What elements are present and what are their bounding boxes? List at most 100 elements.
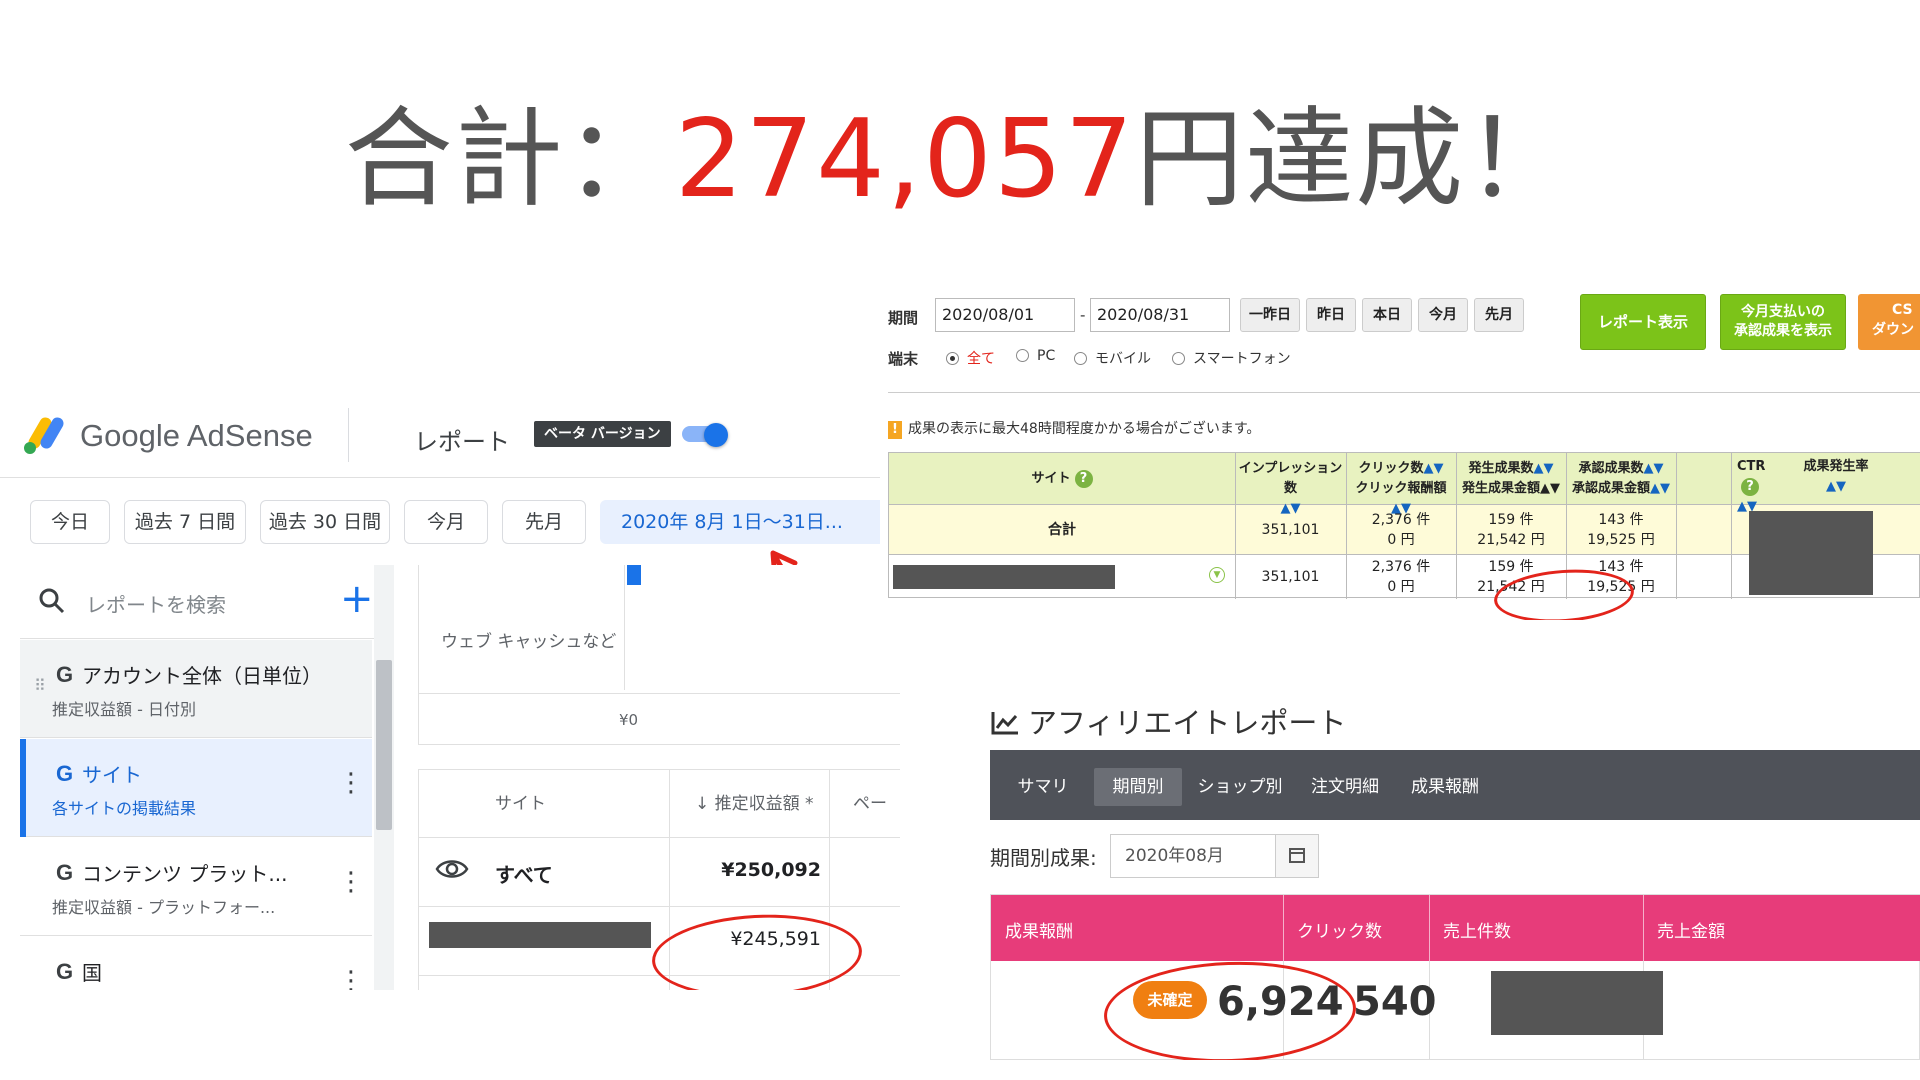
radio-device-pc[interactable]: PC bbox=[1016, 348, 1055, 364]
tab-by-period[interactable]: 期間別 bbox=[1094, 768, 1182, 806]
eye-icon[interactable] bbox=[435, 857, 469, 881]
sidebar-item-label: コンテンツ プラット... bbox=[82, 862, 288, 886]
paid-approved-button[interactable]: 今月支払いの 承認成果を表示 bbox=[1720, 294, 1846, 350]
report-sidebar: レポートを検索 + ⠿ G アカウント全体（日単位） 推定収益額 - 日付別 G… bbox=[20, 565, 394, 990]
month-input[interactable]: 2020年08月 bbox=[1110, 834, 1275, 878]
sidebar-item-sites[interactable]: G サイト 各サイトの掲載結果 ⋮ bbox=[20, 739, 372, 837]
date-from-input[interactable]: 2020/08/01 bbox=[935, 298, 1075, 332]
header-text: 発生成果金額 bbox=[1461, 481, 1540, 496]
csv-download-button[interactable]: CS ダウン bbox=[1858, 294, 1920, 350]
radio-label: モバイル bbox=[1095, 351, 1151, 367]
header-text: 発生成果数 bbox=[1468, 461, 1534, 476]
tab-order-details[interactable]: 注文明細 bbox=[1300, 768, 1390, 806]
help-icon[interactable]: ? bbox=[1741, 478, 1759, 496]
radio-device-mobile[interactable]: モバイル bbox=[1074, 348, 1151, 368]
table-row-all[interactable]: すべて ¥250,092 bbox=[419, 839, 900, 907]
redacted-block bbox=[1491, 971, 1663, 1035]
total-occurred: 159 件 21,542 円 bbox=[1456, 510, 1566, 550]
btn-yesterday[interactable]: 昨日 bbox=[1306, 298, 1356, 332]
adsense-brand: Google AdSense bbox=[80, 418, 313, 453]
sort-arrows-icon[interactable]: ▲▼ bbox=[1424, 461, 1444, 476]
header-text: クリック報酬額 bbox=[1355, 481, 1447, 496]
dropdown-icon[interactable]: ▼ bbox=[1209, 567, 1225, 583]
more-vert-icon[interactable]: ⋮ bbox=[338, 770, 364, 796]
calendar-button[interactable] bbox=[1275, 834, 1319, 878]
sidebar-scrollbar[interactable] bbox=[374, 565, 394, 990]
asp-report-panel: 期間 2020/08/01 - 2020/08/31 一昨日 昨日 本日 今月 … bbox=[880, 290, 1920, 620]
col-header-occurred[interactable]: 発生成果数▲▼ 発生成果金額▲▼ bbox=[1456, 459, 1566, 499]
asp-results-table: サイト? インプレッション数 ▲▼ クリック数▲▼ クリック報酬額▲▼ 発生成果数▲… bbox=[888, 452, 1920, 599]
col-header-site[interactable]: サイト bbox=[419, 770, 669, 838]
col-header-clicks: クリック数 bbox=[1297, 922, 1382, 942]
sort-arrows-icon[interactable]: ▲▼ bbox=[1281, 501, 1301, 516]
date-to-input[interactable]: 2020/08/31 bbox=[1090, 298, 1230, 332]
sidebar-item-content-platform[interactable]: G コンテンツ プラット... 推定収益額 - プラットフォー... ⋮ bbox=[20, 838, 372, 936]
radio-device-smartphone[interactable]: スマートフォン bbox=[1172, 348, 1291, 368]
value: 21,542 円 bbox=[1477, 532, 1545, 548]
chip-today[interactable]: 今日 bbox=[30, 500, 110, 544]
radio-device-all[interactable]: 全て bbox=[946, 348, 995, 368]
beta-toggle[interactable] bbox=[682, 423, 728, 447]
g-icon: G bbox=[56, 860, 74, 885]
affiliate-tabbar: サマリ 期間別 ショップ別 注文明細 成果報酬 bbox=[990, 750, 1920, 820]
report-display-button[interactable]: レポート表示 bbox=[1580, 294, 1706, 350]
btn-day-before-yesterday[interactable]: 一昨日 bbox=[1240, 298, 1300, 332]
col-header-approved[interactable]: 承認成果数▲▼ 承認成果金額▲▼ bbox=[1566, 459, 1676, 499]
tab-summary[interactable]: サマリ bbox=[1008, 768, 1078, 806]
earnings-chart: ウェブ キャッシュなど ¥0 bbox=[418, 565, 900, 745]
sidebar-item-account[interactable]: ⠿ G アカウント全体（日単位） 推定収益額 - 日付別 bbox=[20, 640, 372, 738]
search-icon bbox=[39, 588, 65, 614]
col-header-more[interactable]: ペー bbox=[829, 770, 900, 838]
topbar-divider bbox=[348, 408, 349, 462]
sidebar-item-sublabel: 各サイトの掲載結果 bbox=[52, 799, 197, 818]
affiliate-title-text: アフィリエイトレポート bbox=[1028, 706, 1347, 740]
chip-date-range[interactable]: 2020年 8月 1日〜31日... bbox=[600, 500, 900, 544]
site-clicks: 2,376 件 0 円 bbox=[1346, 557, 1456, 597]
radio-label: PC bbox=[1037, 348, 1056, 364]
chip-last-month[interactable]: 先月 bbox=[502, 500, 586, 544]
adsense-topbar: Google AdSense レポート ベータ バージョン bbox=[0, 400, 900, 478]
g-icon: G bbox=[56, 959, 74, 984]
help-icon[interactable]: ? bbox=[1074, 470, 1093, 488]
value: 159 件 bbox=[1488, 559, 1534, 575]
drag-handle-icon[interactable]: ⠿ bbox=[34, 676, 46, 695]
report-search[interactable]: レポートを検索 + bbox=[20, 565, 394, 639]
col-header-cvr[interactable]: 成果発生率 ▲▼ bbox=[1791, 457, 1881, 497]
btn-this-month[interactable]: 今月 bbox=[1418, 298, 1468, 332]
chip-this-month[interactable]: 今月 bbox=[404, 500, 488, 544]
col-header-ctr[interactable]: CTR? ▲▼ bbox=[1731, 457, 1775, 517]
radio-label: スマートフォン bbox=[1193, 351, 1291, 367]
g-icon: G bbox=[56, 662, 74, 687]
add-report-button[interactable]: + bbox=[340, 577, 374, 621]
adsense-report-panel: Google AdSense レポート ベータ バージョン 今日 過去 7 日間… bbox=[0, 400, 900, 990]
sort-arrows-icon[interactable]: ▲▼ bbox=[1650, 481, 1670, 496]
tab-by-shop[interactable]: ショップ別 bbox=[1190, 768, 1290, 806]
col-header-site[interactable]: サイト? bbox=[889, 469, 1235, 489]
search-placeholder: レポートを検索 bbox=[86, 593, 226, 617]
btn-last-month[interactable]: 先月 bbox=[1474, 298, 1524, 332]
affiliate-report-panel: アフィリエイトレポート サマリ 期間別 ショップ別 注文明細 成果報酬 期間別成… bbox=[980, 700, 1920, 1060]
more-vert-icon[interactable]: ⋮ bbox=[338, 869, 364, 895]
notice: ! 成果の表示に最大48時間程度かかる場合がございます。 bbox=[888, 418, 1260, 439]
csv-button-line2: ダウン bbox=[1872, 322, 1914, 338]
more-vert-icon[interactable]: ⋮ bbox=[338, 968, 364, 990]
page-title: レポート bbox=[414, 428, 510, 456]
tab-commission[interactable]: 成果報酬 bbox=[1400, 768, 1490, 806]
chip-last-7-days[interactable]: 過去 7 日間 bbox=[124, 500, 246, 544]
paid-button-line1: 今月支払いの bbox=[1741, 304, 1825, 320]
sort-arrows-icon[interactable]: ▲▼ bbox=[1540, 481, 1560, 496]
row-label-all: すべて bbox=[495, 863, 553, 887]
total-clicks: 2,376 件 0 円 bbox=[1346, 510, 1456, 550]
chip-last-30-days[interactable]: 過去 30 日間 bbox=[260, 500, 390, 544]
csv-button-line1: CS bbox=[1892, 302, 1913, 318]
col-header-reward: 成果報酬 bbox=[1005, 922, 1073, 942]
sort-arrows-icon[interactable]: ▲▼ bbox=[1644, 461, 1664, 476]
sidebar-item-country[interactable]: G 国 ⋮ bbox=[20, 937, 372, 990]
col-header-impressions[interactable]: インプレッション数 ▲▼ bbox=[1235, 459, 1346, 519]
header-text: クリック数 bbox=[1358, 461, 1424, 476]
sort-arrows-icon[interactable]: ▲▼ bbox=[1826, 479, 1846, 494]
col-header-earnings[interactable]: ↓ 推定収益額 * bbox=[669, 770, 829, 838]
btn-today[interactable]: 本日 bbox=[1362, 298, 1412, 332]
chart-bar bbox=[627, 565, 641, 585]
sort-arrows-icon[interactable]: ▲▼ bbox=[1534, 461, 1554, 476]
